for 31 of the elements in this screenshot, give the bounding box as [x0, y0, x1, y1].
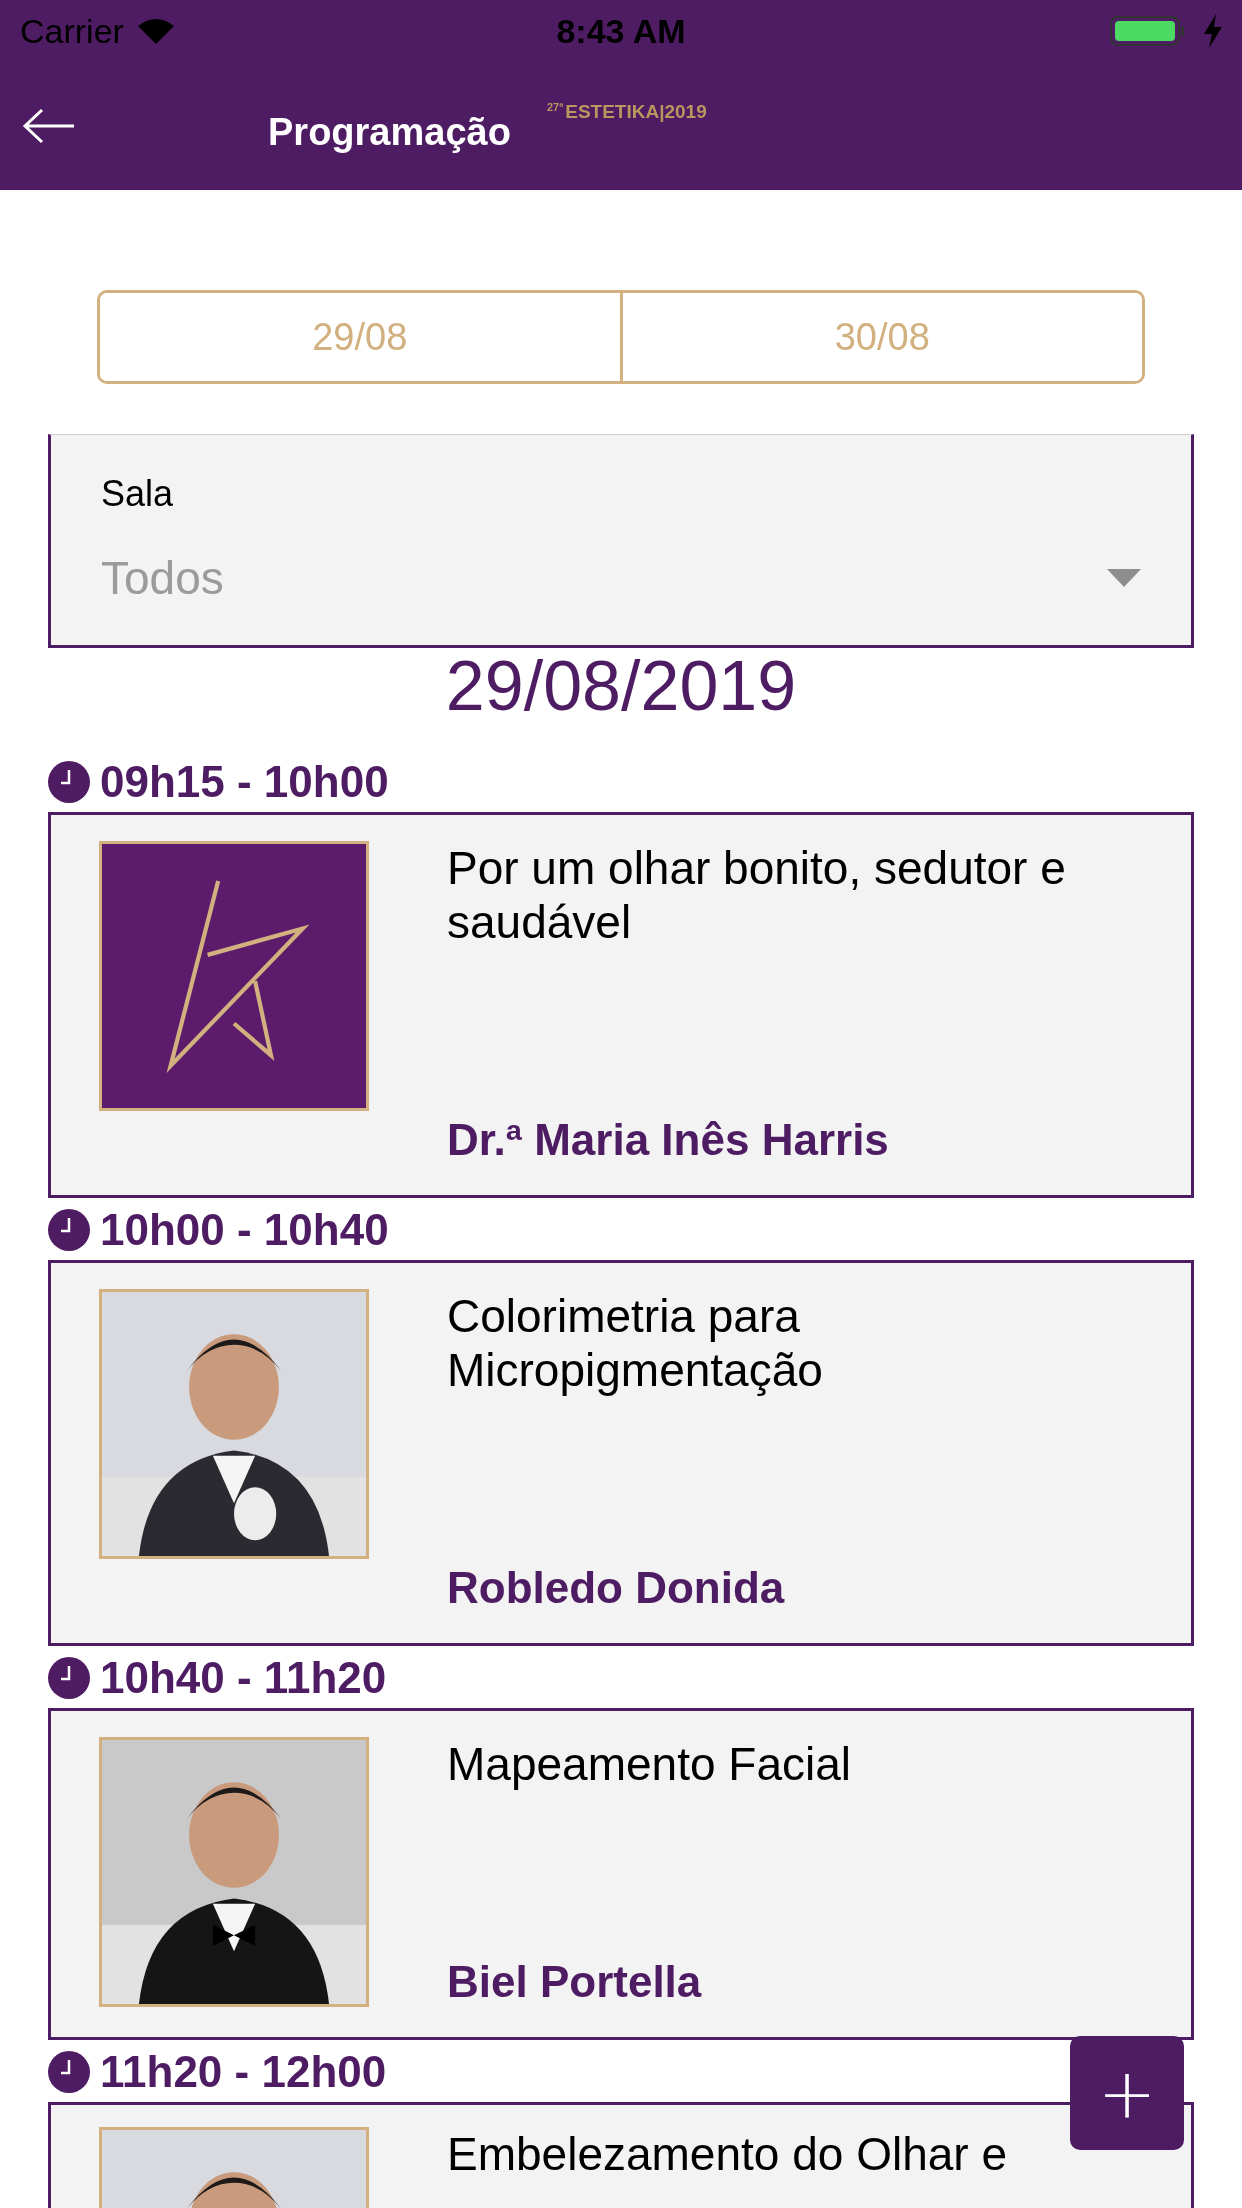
- day-title: 29/08/2019: [444, 648, 798, 724]
- back-arrow-icon[interactable]: [22, 108, 76, 144]
- carrier-text: Carrier: [20, 11, 124, 51]
- dropdown-caret-icon: [1107, 569, 1141, 587]
- room-label: Sala: [101, 473, 174, 515]
- session-time: 10h40 - 11h20: [100, 1653, 387, 1703]
- clock-icon: [48, 761, 90, 803]
- page-title: Programação: [268, 110, 511, 154]
- star-logo-icon: [102, 844, 366, 1108]
- room-value: Todos: [101, 551, 224, 605]
- session-title: Colorimetria para Micropigmentação: [447, 1289, 824, 1397]
- session-title: Por um olhar bonito, sedutor e saudável: [447, 841, 1067, 949]
- session-time: 10h00 - 10h40: [100, 1205, 389, 1255]
- speaker-name: Biel Portella: [447, 1957, 702, 2007]
- add-button[interactable]: +: [1070, 2036, 1184, 2150]
- clock-time: 8:43 AM: [556, 11, 686, 51]
- session-card[interactable]: Por um olhar bonito, sedutor e saudável Dr.ª Maria Inês Harris: [48, 812, 1194, 1198]
- session-time: 09h15 - 10h00: [100, 757, 389, 807]
- session-card[interactable]: Mapeamento Facial Biel Portella: [48, 1708, 1194, 2040]
- clock-icon: [48, 1657, 90, 1699]
- clock-icon: [48, 2051, 90, 2093]
- speaker-name: Dr.ª Maria Inês Harris: [447, 1115, 889, 1165]
- session-time: 11h20 - 12h00: [100, 2047, 387, 2097]
- room-dropdown[interactable]: Sala Todos: [48, 434, 1194, 648]
- charging-icon: [1204, 14, 1222, 48]
- wifi-icon: [137, 18, 174, 44]
- session-title: Embelezamento do Olhar e: [447, 2127, 1008, 2181]
- session-card[interactable]: Colorimetria para Micropigmentação Robledo Donida: [48, 1260, 1194, 1646]
- speaker-name: Robledo Donida: [447, 1563, 785, 1613]
- clock-icon: [48, 1209, 90, 1251]
- session-title: Mapeamento Facial: [447, 1737, 852, 1791]
